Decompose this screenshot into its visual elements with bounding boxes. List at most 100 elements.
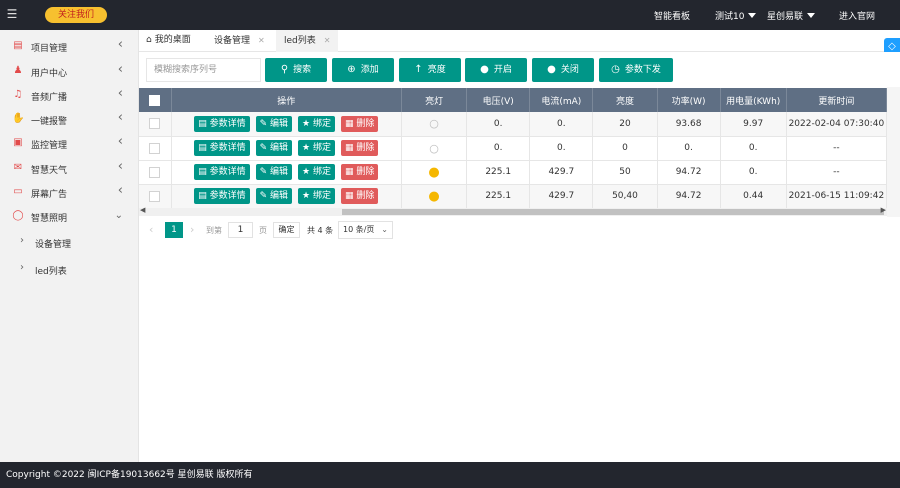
goto-page-input[interactable]: 1 xyxy=(228,222,253,238)
sidebar-subitem-led-list[interactable]: › led列表 xyxy=(0,258,139,282)
turn-off-button[interactable]: ● 关闭 xyxy=(532,58,594,82)
detail-button[interactable]: ▤ 参数详情 xyxy=(194,188,250,204)
brightness-cell: 50 xyxy=(592,160,658,185)
tab-label: 设备管理 xyxy=(214,36,251,46)
table-row: ▤ 参数详情 ✎ 编辑 ★ 绑定 ▦ 删除 ○ 0. 0. 0 0. 0. -- xyxy=(139,136,888,161)
power-cell: 94.72 xyxy=(657,160,721,185)
brightness-cell: 20 xyxy=(592,112,658,137)
row-checkbox[interactable] xyxy=(149,142,161,154)
sidebar-item-audio[interactable]: ♫ 音频广播 ‹ xyxy=(0,84,139,108)
sidebar-item-monitor[interactable]: ▣ 监控管理 ‹ xyxy=(0,132,139,156)
chevron-left-icon: ‹ xyxy=(117,159,123,174)
nav-company-menu[interactable]: 星创易联 xyxy=(767,9,816,22)
search-button[interactable]: ⚲ 搜索 xyxy=(265,58,327,82)
button-label: 删除 xyxy=(356,167,375,177)
turn-on-button[interactable]: ● 开启 xyxy=(465,58,527,82)
trash-icon: ▦ xyxy=(344,191,357,201)
star-icon: ★ xyxy=(302,143,313,153)
current-page[interactable]: 1 xyxy=(165,222,183,238)
sidebar-subitem-device-management[interactable]: › 设备管理 xyxy=(0,231,139,255)
sidebar-item-label: 智慧照明 xyxy=(31,214,68,224)
next-page-icon[interactable]: › xyxy=(190,223,194,236)
current-cell: 429.7 xyxy=(529,184,594,209)
updated-cell: 2022-02-04 07:30:40 xyxy=(786,112,888,137)
detail-button[interactable]: ▤ 参数详情 xyxy=(194,164,250,180)
nav-dashboard[interactable]: 智能看板 xyxy=(654,9,690,22)
sidebar-item-label: 项目管理 xyxy=(31,44,68,54)
star-icon: ★ xyxy=(302,191,313,201)
sidebar-item-screen-ads[interactable]: ▭ 屏幕广告 ‹ xyxy=(0,181,139,205)
brightness-button[interactable]: ↑ 亮度 xyxy=(399,58,461,82)
row-checkbox[interactable] xyxy=(149,190,161,202)
tab-my-desktop[interactable]: ⌂ 我的桌面 xyxy=(146,30,208,52)
bind-button[interactable]: ★ 绑定 xyxy=(298,115,335,132)
scrollbar-thumb[interactable] xyxy=(342,209,884,215)
tab-led-list[interactable]: led列表 ✕ xyxy=(276,30,338,52)
edit-button[interactable]: ✎ 编辑 xyxy=(255,115,293,132)
sidebar-item-users[interactable]: ♟ 用户中心 ‹ xyxy=(0,60,139,84)
updated-cell: -- xyxy=(786,160,888,185)
tab-device-management[interactable]: 设备管理 ✕ xyxy=(214,30,274,52)
home-icon: ⌂ xyxy=(146,35,152,45)
trash-icon: ▦ xyxy=(344,143,357,153)
detail-button[interactable]: ▤ 参数详情 xyxy=(194,115,250,132)
sidebar-item-weather[interactable]: ✉ 智慧天气 ‹ xyxy=(0,157,139,181)
select-all-checkbox[interactable] xyxy=(149,94,161,106)
edit-button[interactable]: ✎ 编辑 xyxy=(255,188,293,204)
actions-cell: ▤ 参数详情 ✎ 编辑 ★ 绑定 ▦ 删除 xyxy=(171,112,403,137)
button-label: 绑定 xyxy=(312,143,331,153)
sidebar-item-label: 监控管理 xyxy=(31,141,68,151)
close-icon[interactable]: ✕ xyxy=(258,36,265,45)
button-label: 编辑 xyxy=(270,191,289,201)
bind-button[interactable]: ★ 绑定 xyxy=(298,140,335,156)
copyright-text: Copyright ©2022 闽ICP备19013662号 星创易联 版权所有 xyxy=(6,470,253,480)
bulb-on-icon: ● xyxy=(428,188,440,204)
delete-button[interactable]: ▦ 删除 xyxy=(340,164,379,180)
scroll-right-icon[interactable]: ▶ xyxy=(881,206,886,214)
bulb-off-icon: ○ xyxy=(429,117,439,131)
button-label: 参数详情 xyxy=(209,191,246,201)
list-icon: ▤ xyxy=(198,191,210,201)
nav-user-menu[interactable]: 测试10 xyxy=(715,9,757,22)
footer: Copyright ©2022 闽ICP备19013662号 星创易联 版权所有 xyxy=(0,462,900,488)
search-icon: ⚲ xyxy=(280,64,289,75)
column-header: 功率(W) xyxy=(657,88,721,112)
tab-label: 我的桌面 xyxy=(154,35,191,45)
bind-button[interactable]: ★ 绑定 xyxy=(298,188,335,204)
search-input[interactable]: 模糊搜索序列号 xyxy=(146,58,261,82)
edit-button[interactable]: ✎ 编辑 xyxy=(255,164,293,180)
send-params-button[interactable]: ◷ 参数下发 xyxy=(599,58,673,82)
sidebar-item-label: 屏幕广告 xyxy=(31,190,68,200)
lamp-cell: ● xyxy=(401,160,468,185)
sidebar-item-project[interactable]: ▤ 项目管理 ‹ xyxy=(0,35,139,59)
delete-button[interactable]: ▦ 删除 xyxy=(340,115,379,132)
row-checkbox[interactable] xyxy=(149,118,161,130)
page-size-select[interactable]: 10 条/页 ⌄ xyxy=(338,221,393,239)
horizontal-scrollbar[interactable]: ◀ ▶ xyxy=(139,206,887,216)
column-header: 用电量(KWh) xyxy=(720,88,787,112)
edit-button[interactable]: ✎ 编辑 xyxy=(255,140,293,156)
confirm-button[interactable]: 确定 xyxy=(273,222,300,238)
bind-button[interactable]: ★ 绑定 xyxy=(298,164,335,180)
follow-us-button[interactable]: 关注我们 xyxy=(45,7,107,23)
sidebar-item-alarm[interactable]: ✋ 一键报警 ‹ xyxy=(0,108,139,132)
close-icon[interactable]: ✕ xyxy=(324,36,331,45)
menu-icon[interactable]: ☰ xyxy=(5,8,19,21)
prev-page-icon[interactable]: ‹ xyxy=(149,223,153,236)
sidebar-item-lighting[interactable]: ◯ 智慧照明 ⌄ xyxy=(0,205,139,229)
delete-button[interactable]: ▦ 删除 xyxy=(340,140,379,156)
delete-button[interactable]: ▦ 删除 xyxy=(340,188,379,204)
scroll-left-icon[interactable]: ◀ xyxy=(140,206,145,214)
button-label: 编辑 xyxy=(270,167,289,177)
row-checkbox[interactable] xyxy=(149,166,161,178)
column-header: 电流(mA) xyxy=(529,88,594,112)
sidebar-item-label: 一键报警 xyxy=(31,117,68,127)
total-count: 共 4 条 xyxy=(307,226,334,235)
column-header: 操作 xyxy=(171,88,403,112)
brightness-cell: 0 xyxy=(592,136,658,161)
energy-cell: 0. xyxy=(720,136,787,161)
add-button[interactable]: ⊕ 添加 xyxy=(332,58,394,82)
button-label: 删除 xyxy=(356,143,375,153)
detail-button[interactable]: ▤ 参数详情 xyxy=(194,140,250,156)
nav-official-site[interactable]: 进入官网 xyxy=(839,9,875,22)
